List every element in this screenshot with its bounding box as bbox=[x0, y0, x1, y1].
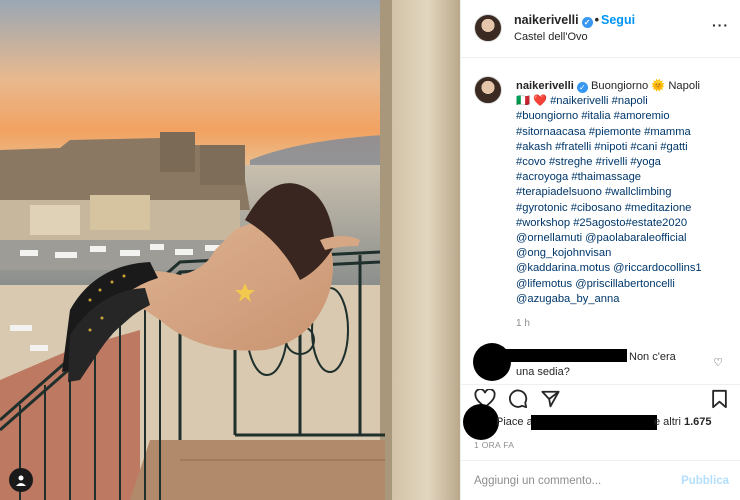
author-username-link[interactable]: naikerivelli bbox=[514, 13, 579, 27]
location-link[interactable]: Castel dell'Ovo bbox=[514, 31, 588, 43]
likes-summary[interactable]: Piace a e altri 1.675 bbox=[461, 404, 740, 440]
caption-line-5[interactable]: #covo #streghe #rivelli #yoga bbox=[516, 155, 728, 170]
more-options-icon[interactable]: ··· bbox=[712, 17, 729, 33]
caption-line-14[interactable]: @azugaba_by_anna bbox=[516, 292, 728, 307]
post-photo[interactable] bbox=[0, 0, 460, 500]
save-bookmark-icon[interactable] bbox=[711, 389, 728, 414]
caption-line-0: naikerivelli ✓ Buongiorno 🌞 Napoli bbox=[516, 79, 728, 94]
caption-line-6[interactable]: #acroyoga #thaimassage bbox=[516, 170, 728, 185]
likes-count: 1.675 bbox=[683, 416, 712, 428]
share-send-icon[interactable] bbox=[540, 389, 561, 414]
caption-line-2[interactable]: #buongiorno #italia #amoremio bbox=[516, 109, 728, 124]
caption-line-9[interactable]: #workshop #25agosto#estate2020 bbox=[516, 216, 728, 231]
instagram-post-view: naikerivelli ✓ • Segui Castel dell'Ovo ··· … bbox=[0, 0, 740, 500]
caption-line-10[interactable]: @ornellamuti @paolabaraleofficial bbox=[516, 231, 728, 246]
caption-line-12[interactable]: @kaddarina.motus @riccardocollins1 bbox=[516, 261, 728, 276]
post-header: naikerivelli ✓ • Segui Castel dell'Ovo ··· bbox=[461, 0, 740, 58]
caption-timestamp[interactable]: 1 h bbox=[516, 318, 530, 329]
comment-input[interactable] bbox=[474, 472, 674, 490]
caption-author-avatar[interactable] bbox=[474, 76, 502, 104]
caption-line-1[interactable]: 🇮🇹 ❤️ #naikerivelli #napoli bbox=[516, 94, 728, 109]
post-timestamp[interactable]: 1 ORA FA bbox=[474, 440, 514, 450]
caption-section: naikerivelli ✓ Buongiorno 🌞 Napoli 🇮🇹 ❤️ … bbox=[461, 59, 740, 339]
redacted-liker-name bbox=[531, 415, 657, 430]
caption-line-4[interactable]: #akash #fratelli #nipoti #cani #gatti bbox=[516, 140, 728, 155]
caption-line-8[interactable]: #gyrotonic #cibosano #meditazione bbox=[516, 201, 728, 216]
redacted-commenter-name bbox=[505, 349, 627, 362]
likes-others[interactable]: e altri 1.675 bbox=[654, 416, 712, 428]
tagged-user-icon[interactable] bbox=[9, 468, 33, 492]
header-username-row: naikerivelli ✓ • Segui bbox=[514, 13, 635, 28]
add-comment-bar: Pubblica bbox=[461, 460, 740, 500]
caption-greeting: Buongiorno 🌞 Napoli bbox=[590, 80, 701, 92]
verified-badge-icon: ✓ bbox=[581, 17, 593, 28]
follow-button[interactable]: Segui bbox=[601, 13, 635, 27]
likes-suffix: e altri bbox=[654, 416, 681, 428]
caption-verified-badge-icon: ✓ bbox=[576, 82, 588, 93]
comment-bubble-icon[interactable] bbox=[507, 389, 528, 414]
post-side-panel: naikerivelli ✓ • Segui Castel dell'Ovo ··· … bbox=[460, 0, 740, 500]
post-photo-image bbox=[0, 0, 460, 500]
comment-like-heart-icon[interactable]: ♡ bbox=[713, 356, 723, 369]
separator-dot: • bbox=[594, 13, 600, 27]
caption-text: naikerivelli ✓ Buongiorno 🌞 Napoli 🇮🇹 ❤️ … bbox=[516, 79, 728, 307]
caption-line-13[interactable]: @lifemotus @priscillabertoncelli bbox=[516, 277, 728, 292]
comment-text-wrap: una sedia? bbox=[516, 366, 570, 378]
author-avatar[interactable] bbox=[474, 14, 502, 42]
post-actions-bar bbox=[461, 384, 740, 414]
redacted-liker-avatar bbox=[463, 404, 499, 440]
publish-button[interactable]: Pubblica bbox=[681, 475, 729, 487]
caption-line-11[interactable]: @ong_kojohnvisan bbox=[516, 246, 728, 261]
caption-line-7[interactable]: #terapiadelsuono #wallclimbing bbox=[516, 185, 728, 200]
likes-prefix: Piace a bbox=[496, 416, 533, 428]
comment-text: Non c'era bbox=[629, 351, 676, 363]
caption-username-link[interactable]: naikerivelli bbox=[516, 80, 574, 92]
comment-item: Non c'era una sedia? ♡ bbox=[461, 343, 740, 383]
caption-line-3[interactable]: #sitornaacasa #piemonte #mamma bbox=[516, 125, 728, 140]
